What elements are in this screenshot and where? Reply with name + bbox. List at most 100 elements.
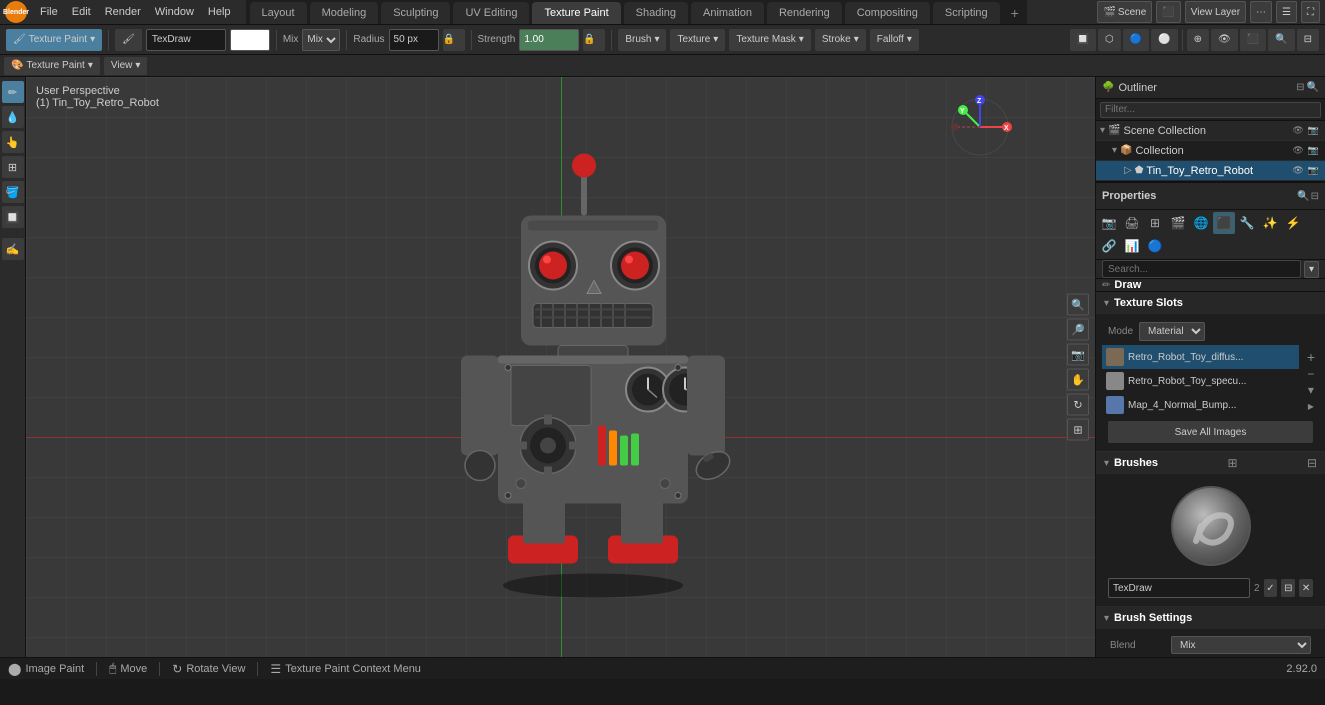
brush-popup-btn[interactable]: Brush▾ [618, 29, 666, 51]
viewport-gizmo[interactable]: X Y Z [945, 92, 1015, 165]
ts-down-btn[interactable]: ▾ [1303, 383, 1319, 397]
object-props-btn[interactable]: ⬛ [1213, 212, 1235, 234]
render-props-btn[interactable]: 📷 [1098, 212, 1120, 234]
constraints-props-btn[interactable]: 🔗 [1098, 235, 1120, 257]
falloff-popup-btn[interactable]: Falloff▾ [870, 29, 919, 51]
expand-header-btn[interactable]: ⋯ [1250, 1, 1272, 23]
screen-layout-btn[interactable]: ☰ [1276, 1, 1297, 23]
view-header-btn[interactable]: View ▾ [104, 57, 148, 75]
tab-texturepaint[interactable]: Texture Paint [532, 2, 620, 24]
gizmo-btn[interactable]: ⊕ [1187, 29, 1209, 51]
render-engine-btn[interactable]: ⬛ [1156, 1, 1180, 23]
stroke-popup-btn[interactable]: Stroke▾ [815, 29, 866, 51]
radius-lock-btn[interactable]: 🔒 [443, 29, 465, 51]
scene-selector[interactable]: 🎬 Scene [1097, 1, 1152, 23]
orbit-btn[interactable]: ↻ [1067, 394, 1089, 416]
mode-header-btn[interactable]: 🎨 Texture Paint ▾ [4, 57, 100, 75]
brush-settings-header[interactable]: ▾ Brush Settings [1096, 607, 1325, 629]
texture-slots-header[interactable]: ▾ Texture Slots [1096, 292, 1325, 314]
modifier-props-btn[interactable]: 🔧 [1236, 212, 1258, 234]
blender-logo[interactable]: Blender [5, 1, 27, 23]
collection-row[interactable]: ▾ 📦 Collection 👁 📷 [1096, 141, 1325, 161]
scene-collection-row[interactable]: ▾ 🎬 Scene Collection 👁 📷 [1096, 121, 1325, 141]
zoom-out-btn[interactable]: 🔎 [1067, 319, 1089, 341]
brush-name-field[interactable] [1108, 578, 1250, 598]
texture-popup-btn[interactable]: Texture▾ [670, 29, 725, 51]
brushes-copy-btn[interactable]: ⊟ [1307, 456, 1317, 470]
obj-render-btn[interactable]: 📷 [1306, 165, 1321, 176]
tab-modeling[interactable]: Modeling [310, 2, 379, 24]
layers-btn[interactable]: ⊞ [1067, 419, 1089, 441]
soften-tool-btn[interactable]: 💧 [2, 106, 24, 128]
viewport-shading-btn4[interactable]: ⚪ [1151, 29, 1177, 51]
brush-mode-btn[interactable]: 🖌 [115, 29, 142, 51]
draw-tool-btn[interactable]: ✏ [2, 81, 24, 103]
ts-remove-btn[interactable]: − [1303, 367, 1319, 381]
strength-lock-btn[interactable]: 🔒 [583, 29, 605, 51]
viewport-shading-btn3[interactable]: 🔵 [1123, 29, 1149, 51]
bs-blend-select[interactable]: Mix [1171, 636, 1311, 654]
draw-section-header[interactable]: ✏ Draw [1096, 279, 1325, 292]
viewport-shading-btn1[interactable]: 🔲 [1070, 29, 1096, 51]
tab-rendering[interactable]: Rendering [767, 2, 842, 24]
particles-props-btn[interactable]: ✨ [1259, 212, 1281, 234]
props-search-btn[interactable]: 🔍 [1297, 191, 1309, 202]
output-props-btn[interactable]: 🖨 [1121, 212, 1143, 234]
radius-input[interactable] [389, 29, 439, 51]
brush-copy2-btn[interactable]: ⊟ [1281, 579, 1295, 597]
tab-compositing[interactable]: Compositing [845, 2, 930, 24]
view-layer-btn[interactable]: View Layer [1185, 1, 1246, 23]
brushes-expand-btn[interactable]: ⊞ [1227, 456, 1237, 470]
texture-mask-popup-btn[interactable]: Texture Mask▾ [729, 29, 811, 51]
ts-mode-select[interactable]: Material [1139, 322, 1205, 341]
tab-layout[interactable]: Layout [250, 2, 307, 24]
overlays-btn[interactable]: 👁 [1211, 29, 1238, 51]
ts-item-specular[interactable]: Retro_Robot_Toy_specu... [1102, 369, 1299, 393]
data-props-btn[interactable]: 📊 [1121, 235, 1143, 257]
strength-bar[interactable]: 1.00 [519, 29, 579, 51]
brushes-header[interactable]: ▾ Brushes ⊞ ⊟ [1096, 452, 1325, 474]
scene-visibility-btn[interactable]: 👁 [1290, 125, 1305, 136]
scene-props-btn[interactable]: 🎬 [1167, 212, 1189, 234]
menu-file[interactable]: File [33, 4, 65, 20]
scene-render-btn[interactable]: 📷 [1306, 125, 1321, 136]
object-row-robot[interactable]: ▷ ⬟ Tin_Toy_Retro_Robot 👁 📷 [1096, 161, 1325, 181]
tab-shading[interactable]: Shading [624, 2, 688, 24]
full-screen-btn[interactable]: ⛶ [1301, 1, 1320, 23]
props-search-input[interactable] [1102, 260, 1301, 278]
blend-mode-select[interactable]: Mix [302, 29, 340, 51]
props-options-btn[interactable]: ▾ [1304, 261, 1319, 278]
ts-item-diffuse[interactable]: Retro_Robot_Toy_diffus... [1102, 345, 1299, 369]
material-props-btn[interactable]: 🔵 [1144, 235, 1166, 257]
menu-render[interactable]: Render [98, 4, 148, 20]
filters-btn[interactable]: ⊟ [1297, 29, 1319, 51]
fill-tool-btn[interactable]: 🪣 [2, 181, 24, 203]
tab-scripting[interactable]: Scripting [933, 2, 1000, 24]
save-all-images-btn[interactable]: Save All Images [1108, 421, 1313, 443]
tab-animation[interactable]: Animation [691, 2, 764, 24]
ts-expand-btn[interactable]: ▸ [1303, 399, 1319, 413]
mask-tool-btn[interactable]: 🔲 [2, 206, 24, 228]
brush-check-btn[interactable]: ✓ [1264, 579, 1278, 597]
search-outliner-btn[interactable]: 🔍 [1307, 82, 1319, 93]
ts-item-normal[interactable]: Map_4_Normal_Bump... [1102, 393, 1299, 417]
add-workspace-button[interactable]: + [1003, 2, 1027, 24]
pan-btn[interactable]: ✋ [1067, 369, 1089, 391]
physics-props-btn[interactable]: ⚡ [1282, 212, 1304, 234]
zoom-in-btn[interactable]: 🔍 [1067, 294, 1089, 316]
3d-viewport[interactable]: User Perspective (1) Tin_Toy_Retro_Robot… [26, 77, 1095, 657]
menu-edit[interactable]: Edit [65, 4, 98, 20]
brush-name-input[interactable] [146, 29, 226, 51]
clone-tool-btn[interactable]: ⊞ [2, 156, 24, 178]
brush-delete-btn[interactable]: ✕ [1299, 579, 1313, 597]
props-filter-btn[interactable]: ⊟ [1311, 191, 1319, 202]
tab-sculpting[interactable]: Sculpting [381, 2, 450, 24]
menu-window[interactable]: Window [148, 4, 201, 20]
tab-uvediting[interactable]: UV Editing [453, 2, 529, 24]
mode-selector[interactable]: 🖌 Texture Paint ▾ [6, 29, 102, 51]
search-viewport-btn[interactable]: 🔍 [1268, 29, 1294, 51]
viewport-shading-btn2[interactable]: ⬡ [1098, 29, 1121, 51]
view-layer-props-btn[interactable]: ⊞ [1144, 212, 1166, 234]
obj-visibility-btn[interactable]: 👁 [1290, 165, 1305, 176]
outliner-search-input[interactable] [1100, 102, 1321, 118]
